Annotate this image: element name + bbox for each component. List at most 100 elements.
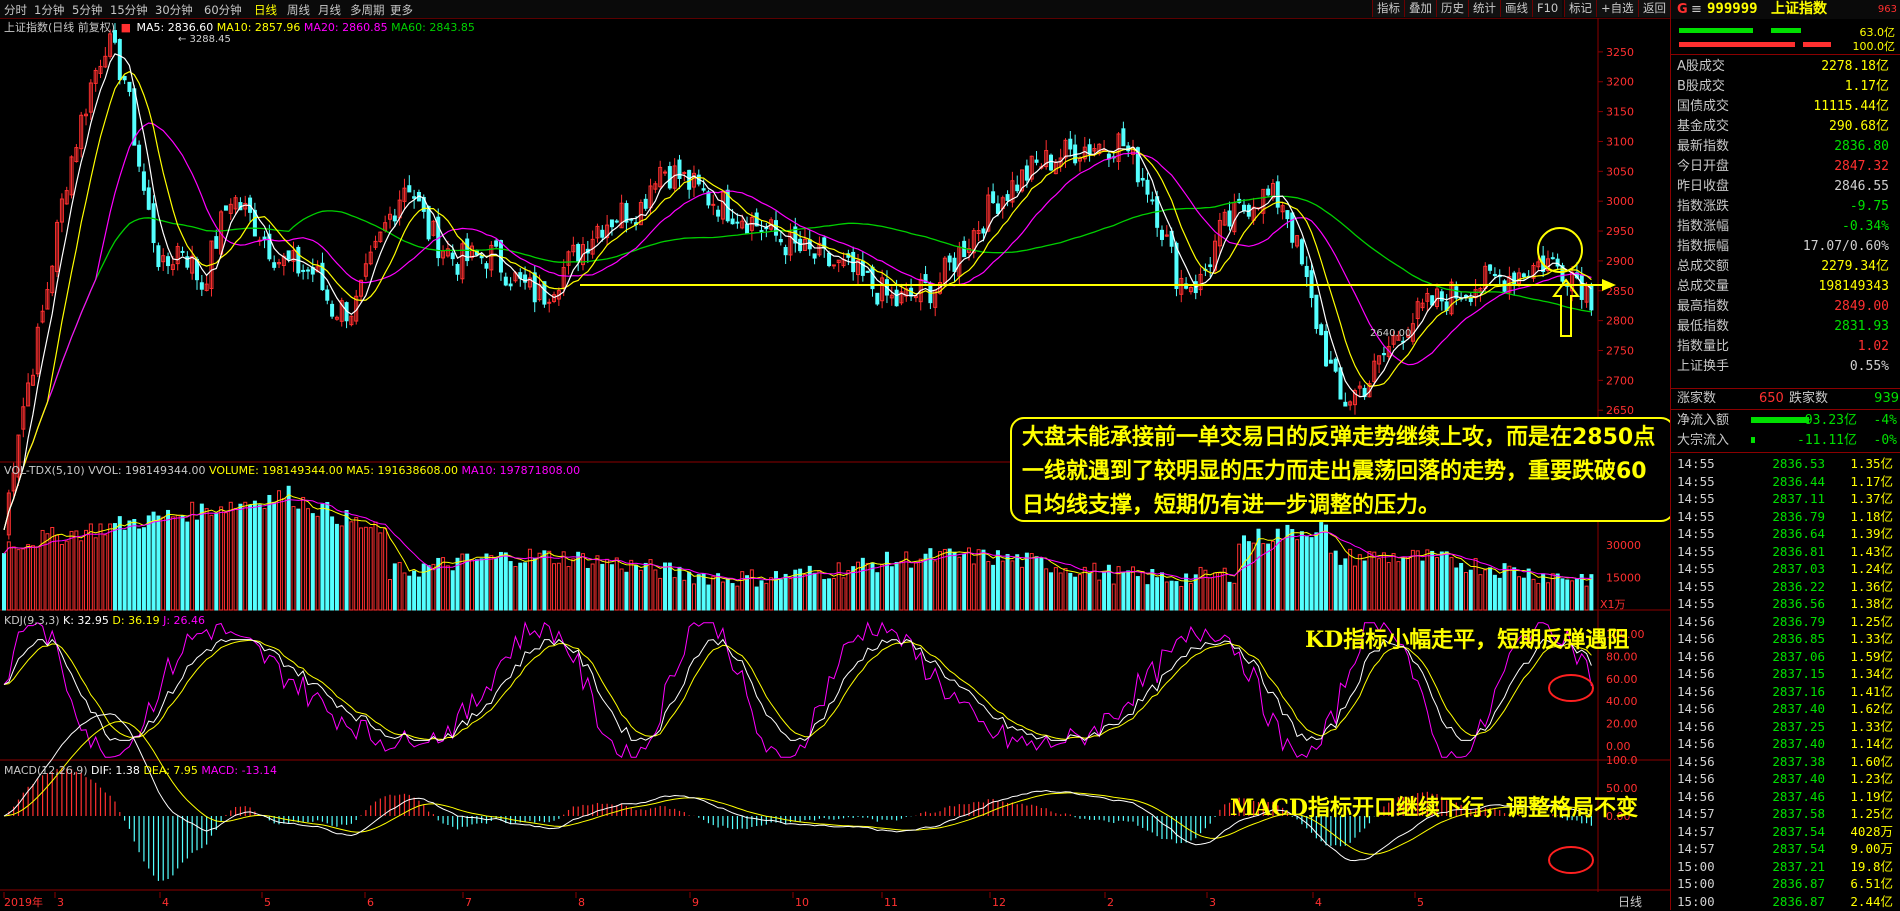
tick-time: 14:56 <box>1677 631 1715 646</box>
candle-body <box>677 159 682 179</box>
candle-body <box>1068 138 1073 150</box>
candle-body <box>1024 165 1029 181</box>
toolbar-button-0[interactable]: 指标 <box>1372 0 1404 17</box>
volume-bar <box>35 546 40 611</box>
candle-body <box>122 75 127 81</box>
toolbar-button-2[interactable]: 历史 <box>1436 0 1468 17</box>
period-tab-10[interactable]: 更多 <box>390 2 413 18</box>
period-tab-3[interactable]: 15分钟 <box>110 2 148 18</box>
menu-icon[interactable]: ≡ <box>1691 0 1702 19</box>
candle-body <box>146 187 151 210</box>
tick-row: 14:55 2836.53 1.35亿 <box>1671 454 1900 473</box>
period-tab-2[interactable]: 5分钟 <box>72 2 102 18</box>
period-tab-1[interactable]: 1分钟 <box>34 2 64 18</box>
volume-bar <box>334 523 339 611</box>
volume-bar <box>1333 550 1338 611</box>
candle-body <box>223 205 228 211</box>
volume-bar <box>474 559 479 611</box>
flow-value: -11.11亿 <box>1797 433 1857 448</box>
candle-body <box>1338 367 1343 400</box>
period-tab-0[interactable]: 分时 <box>4 2 27 18</box>
stat-row: B股成交 1.17亿 <box>1671 77 1900 96</box>
candle-body <box>991 191 996 204</box>
volume-bar <box>1324 524 1329 611</box>
candle-body <box>1285 210 1290 220</box>
tick-volume: 1.23亿 <box>1850 771 1893 786</box>
volume-bar <box>716 573 721 611</box>
volume-bar <box>470 559 475 611</box>
date-label: 4 <box>162 896 169 909</box>
toolbar-button-1[interactable]: 叠加 <box>1404 0 1436 17</box>
volume-bar <box>1270 540 1275 611</box>
volume-bar <box>1217 572 1222 611</box>
price-tick-label: 3100 <box>1606 135 1634 148</box>
tick-volume: 4028万 <box>1850 823 1893 839</box>
volume-bar <box>720 581 725 611</box>
period-tab-9[interactable]: 多周期 <box>350 2 385 18</box>
macd-circle <box>1548 846 1594 874</box>
tick-volume: 1.25亿 <box>1850 613 1893 629</box>
volume-bar <box>701 573 706 611</box>
kdj-tick-label: 60.00 <box>1606 673 1638 686</box>
stat-value: 1.02 <box>1857 339 1889 354</box>
candle-body <box>894 289 899 307</box>
volume-bar <box>1541 573 1546 611</box>
volume-bar <box>1126 570 1131 611</box>
toolbar-button-8[interactable]: 返回 <box>1638 0 1670 17</box>
tick-time: 14:56 <box>1677 613 1715 629</box>
tick-row: 14:56 2836.85 1.33亿 <box>1671 629 1900 648</box>
volume-bar <box>1362 560 1367 611</box>
macd-macd-value: MACD: -13.14 <box>201 764 278 777</box>
volume-bar <box>518 562 523 611</box>
candle-body <box>1324 330 1329 367</box>
buy-bar <box>1679 28 1753 33</box>
volume-bar <box>769 577 774 611</box>
volume-bar <box>783 573 788 611</box>
volume-bar <box>1415 550 1420 611</box>
toolbar-button-3[interactable]: 统计 <box>1468 0 1500 17</box>
period-tab-4[interactable]: 30分钟 <box>155 2 193 18</box>
volume-bar <box>387 579 392 611</box>
volume-bar <box>1570 580 1575 611</box>
volume-bar <box>426 565 431 611</box>
volume-bar <box>1299 531 1304 611</box>
tick-time: 14:56 <box>1677 666 1715 681</box>
stat-row: 国债成交 11115.44亿 <box>1671 97 1900 116</box>
volume-bar <box>69 530 74 611</box>
candle-body <box>735 221 740 224</box>
tick-time: 14:56 <box>1677 736 1715 751</box>
toolbar-button-7[interactable]: +自选 <box>1596 0 1638 17</box>
candle-body <box>1087 144 1092 155</box>
volume-bar <box>170 516 175 611</box>
candle-body <box>875 292 880 305</box>
volume-bar <box>1251 542 1256 611</box>
toolbar-button-5[interactable]: F10 <box>1532 0 1563 17</box>
toolbar-button-4[interactable]: 画线 <box>1500 0 1532 17</box>
volume-bar <box>595 555 600 611</box>
date-label: 3 <box>1209 896 1216 909</box>
volume-bar <box>223 512 228 611</box>
volume-bar <box>421 563 426 611</box>
period-tab-6[interactable]: 日线 <box>254 2 277 18</box>
volume-bar <box>991 564 996 611</box>
price-tick-label: 3000 <box>1606 195 1634 208</box>
tick-row: 14:55 2836.44 1.17亿 <box>1671 472 1900 491</box>
price-tick-label: 3050 <box>1606 165 1634 178</box>
footer-period-tab[interactable]: 日线 <box>1618 895 1642 909</box>
volume-bar <box>64 540 69 611</box>
volume-bar <box>1039 557 1044 611</box>
stat-label: 指数涨跌 <box>1677 199 1730 214</box>
volume-bar <box>590 563 595 611</box>
volume-bar <box>267 494 272 611</box>
tick-volume: 1.35亿 <box>1850 456 1893 471</box>
volume-bar <box>1145 584 1150 611</box>
vol-tick-label: 30000 <box>1606 539 1641 552</box>
volume-bar <box>108 523 113 611</box>
period-tab-8[interactable]: 月线 <box>318 2 341 18</box>
candle-body <box>1290 212 1295 243</box>
volume-bar <box>1111 583 1116 611</box>
period-tab-5[interactable]: 60分钟 <box>204 2 242 18</box>
toolbar-button-6[interactable]: 标记 <box>1564 0 1596 17</box>
candle-body <box>1304 265 1309 278</box>
period-tab-7[interactable]: 周线 <box>287 2 310 18</box>
